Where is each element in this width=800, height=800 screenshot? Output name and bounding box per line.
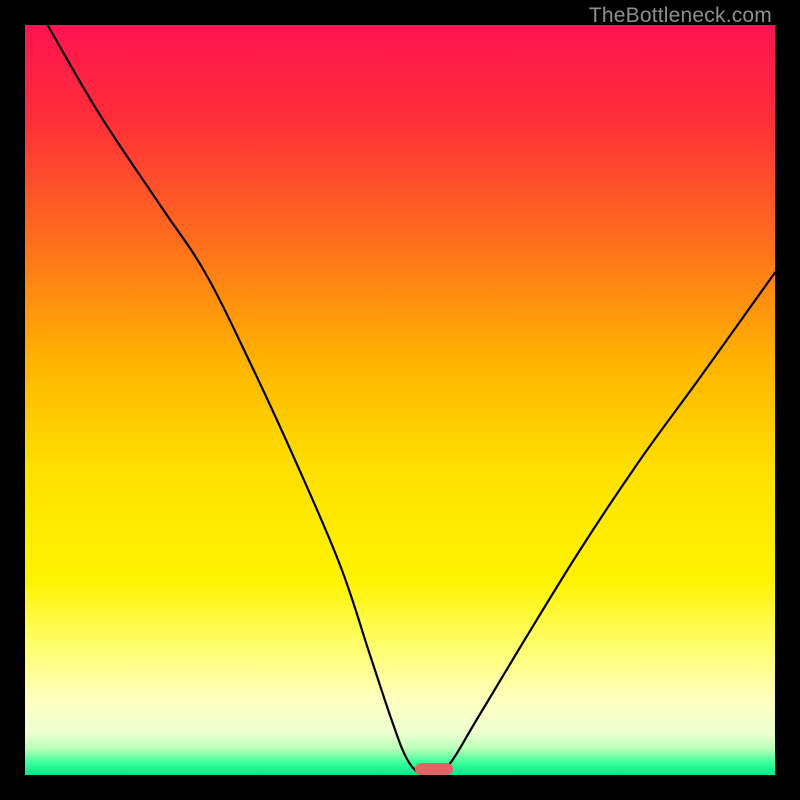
bottleneck-curve	[25, 25, 775, 775]
chart-frame: TheBottleneck.com	[0, 0, 800, 800]
plot-area	[25, 25, 775, 775]
optimal-range-marker	[415, 763, 453, 775]
watermark-label: TheBottleneck.com	[589, 4, 772, 28]
